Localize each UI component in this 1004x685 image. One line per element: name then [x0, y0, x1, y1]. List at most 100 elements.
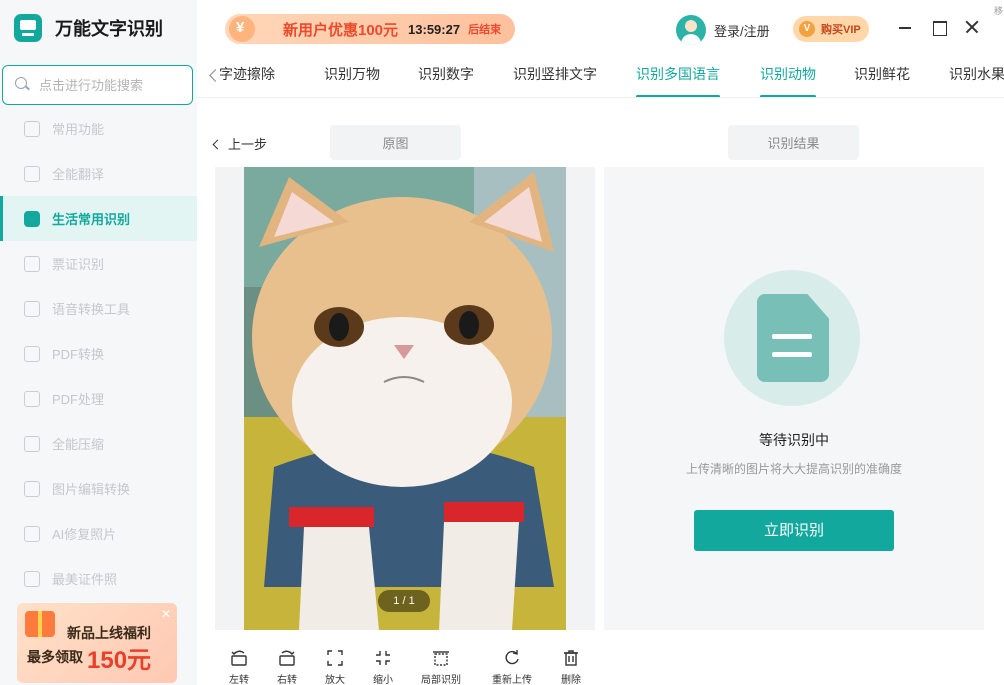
tab-recognize-numbers[interactable]: 识别数字	[418, 64, 474, 97]
tab-recognize-multilingual[interactable]: 识别多国语言	[620, 64, 736, 97]
tab-recognize-everything[interactable]: 识别万物	[324, 64, 380, 97]
app-logo-icon	[14, 14, 42, 42]
document-line-2	[772, 352, 812, 357]
close-icon[interactable]: ✕	[161, 607, 171, 621]
zoom-out-button[interactable]: 缩小	[359, 648, 407, 685]
gift-icon	[25, 611, 55, 637]
sidebar-item-label: 票证识别	[52, 257, 105, 272]
reupload-icon	[505, 650, 519, 665]
maximize-icon[interactable]	[930, 18, 948, 36]
search-input[interactable]	[39, 77, 189, 93]
rotate-right-button[interactable]: 右转	[263, 648, 311, 685]
sidebar-item-label: PDF处理	[52, 392, 105, 407]
ticket-icon	[24, 255, 40, 272]
cat-photo	[244, 167, 566, 630]
minimize-icon[interactable]	[896, 18, 914, 36]
promo-amount: 150元	[87, 647, 152, 674]
waiting-hint: 上传清晰的图片将大大提高识别的准确度	[685, 462, 902, 476]
buy-vip-button[interactable]: V 购买VIP	[793, 16, 869, 42]
scan-frame-icon	[24, 120, 40, 137]
partial-recognize-button[interactable]: 局部识别	[417, 648, 465, 685]
tool-label: 放大	[325, 675, 345, 685]
sidebar-item-compress[interactable]: 全能压缩	[0, 421, 197, 466]
voice-icon	[24, 300, 40, 317]
tool-label: 重新上传	[492, 675, 532, 685]
edge-text: 移	[994, 6, 1004, 16]
countdown-timer: 13:59:27	[408, 21, 461, 37]
banner-end-text: 后结束	[468, 24, 502, 36]
result-label: 识别结果	[728, 125, 859, 160]
zoom-in-icon	[327, 650, 343, 666]
original-image-label: 原图	[330, 125, 461, 160]
tool-label: 左转	[229, 675, 249, 685]
tab-recognize-vertical-text[interactable]: 识别竖排文字	[513, 64, 597, 97]
sidebar-item-label: 语音转换工具	[52, 302, 131, 317]
banner-text: 新用户优惠100元	[283, 21, 399, 39]
tab-recognize-fruits[interactable]: 识别水果	[949, 64, 1004, 97]
tab-recognize-animals[interactable]: 识别动物	[744, 64, 832, 97]
coupon-icon	[229, 16, 255, 42]
vip-label: 购买VIP	[821, 24, 861, 36]
tab-recognize-flowers[interactable]: 识别鲜花	[854, 64, 910, 97]
promo-banner[interactable]: 新用户优惠100元 13:59:27 后结束	[225, 14, 515, 44]
vip-icon: V	[799, 21, 815, 37]
sidebar-item-label: 图片编辑转换	[52, 482, 131, 497]
avatar[interactable]	[676, 15, 706, 45]
rotate-right-icon	[279, 650, 295, 666]
id-photo-icon	[24, 570, 40, 587]
sidebar-item-image-edit[interactable]: 图片编辑转换	[0, 466, 197, 511]
back-label: 上一步	[228, 137, 268, 152]
rotate-left-icon	[231, 650, 247, 666]
chevron-left-icon	[212, 139, 222, 149]
sidebar-item-life-recognition[interactable]: 生活常用识别	[0, 196, 197, 241]
promo-subtitle: 最多领取	[27, 649, 83, 665]
tool-label: 右转	[277, 675, 297, 685]
search-box[interactable]	[2, 65, 193, 105]
sidebar-item-label: 最美证件照	[52, 572, 118, 587]
crop-icon	[433, 651, 449, 666]
app-title: 万能文字识别	[55, 19, 163, 39]
sidebar-item-ticket[interactable]: 票证识别	[0, 241, 197, 286]
rotate-left-button[interactable]: 左转	[215, 648, 263, 685]
sidebar-item-label: 全能翻译	[52, 167, 105, 182]
sidebar-item-label: 生活常用识别	[52, 212, 131, 227]
document-line-1	[772, 334, 812, 339]
translate-icon	[24, 165, 40, 182]
pdf-convert-icon	[24, 345, 40, 362]
tab-handwriting-erase[interactable]: 字迹擦除	[219, 64, 275, 97]
tool-label: 局部识别	[421, 675, 461, 685]
topbar: 新用户优惠100元 13:59:27 后结束 登录/注册 V 购买VIP	[197, 0, 1004, 56]
tool-label: 删除	[561, 675, 581, 685]
login-link[interactable]: 登录/注册	[714, 21, 770, 40]
reupload-button[interactable]: 重新上传	[488, 648, 536, 685]
image-edit-icon	[24, 480, 40, 497]
pdf-process-icon	[24, 390, 40, 407]
sidebar-item-ai-repair[interactable]: AI修复照片	[0, 511, 197, 556]
sidebar-item-voice[interactable]: 语音转换工具	[0, 286, 197, 331]
zoom-in-button[interactable]: 放大	[311, 648, 359, 685]
waiting-title: 等待识别中	[759, 432, 829, 448]
sidebar-item-label: 常用功能	[52, 122, 105, 137]
sidebar-item-label: AI修复照片	[52, 527, 117, 542]
sidebar: 万能文字识别 常用功能 全能翻译 生活常用识别 票证识别 语音转换工具 PDF转…	[0, 0, 197, 685]
page-indicator: 1 / 1	[378, 590, 430, 612]
promo-card[interactable]: ✕ 新品上线福利 最多领取 150元	[17, 603, 177, 683]
sidebar-item-id-photo[interactable]: 最美证件照	[0, 556, 197, 601]
sidebar-item-pdf-process[interactable]: PDF处理	[0, 376, 197, 421]
back-button[interactable]: 上一步	[212, 134, 267, 153]
app-header: 万能文字识别	[14, 14, 163, 42]
sidebar-nav: 常用功能 全能翻译 生活常用识别 票证识别 语音转换工具 PDF转换 PDF处理	[0, 106, 197, 601]
sidebar-item-label: 全能压缩	[52, 437, 105, 452]
delete-button[interactable]: 删除	[547, 648, 595, 685]
robot-icon	[24, 210, 40, 227]
sidebar-item-label: PDF转换	[52, 347, 105, 362]
close-window-icon[interactable]	[963, 18, 981, 36]
delete-icon	[564, 650, 578, 666]
tool-label: 缩小	[373, 675, 393, 685]
sidebar-item-translate[interactable]: 全能翻译	[0, 151, 197, 196]
sidebar-item-pdf-convert[interactable]: PDF转换	[0, 331, 197, 376]
sidebar-item-common[interactable]: 常用功能	[0, 106, 197, 151]
recognize-now-button[interactable]: 立即识别	[694, 510, 894, 551]
zoom-out-icon	[376, 651, 390, 665]
search-icon	[15, 77, 31, 93]
